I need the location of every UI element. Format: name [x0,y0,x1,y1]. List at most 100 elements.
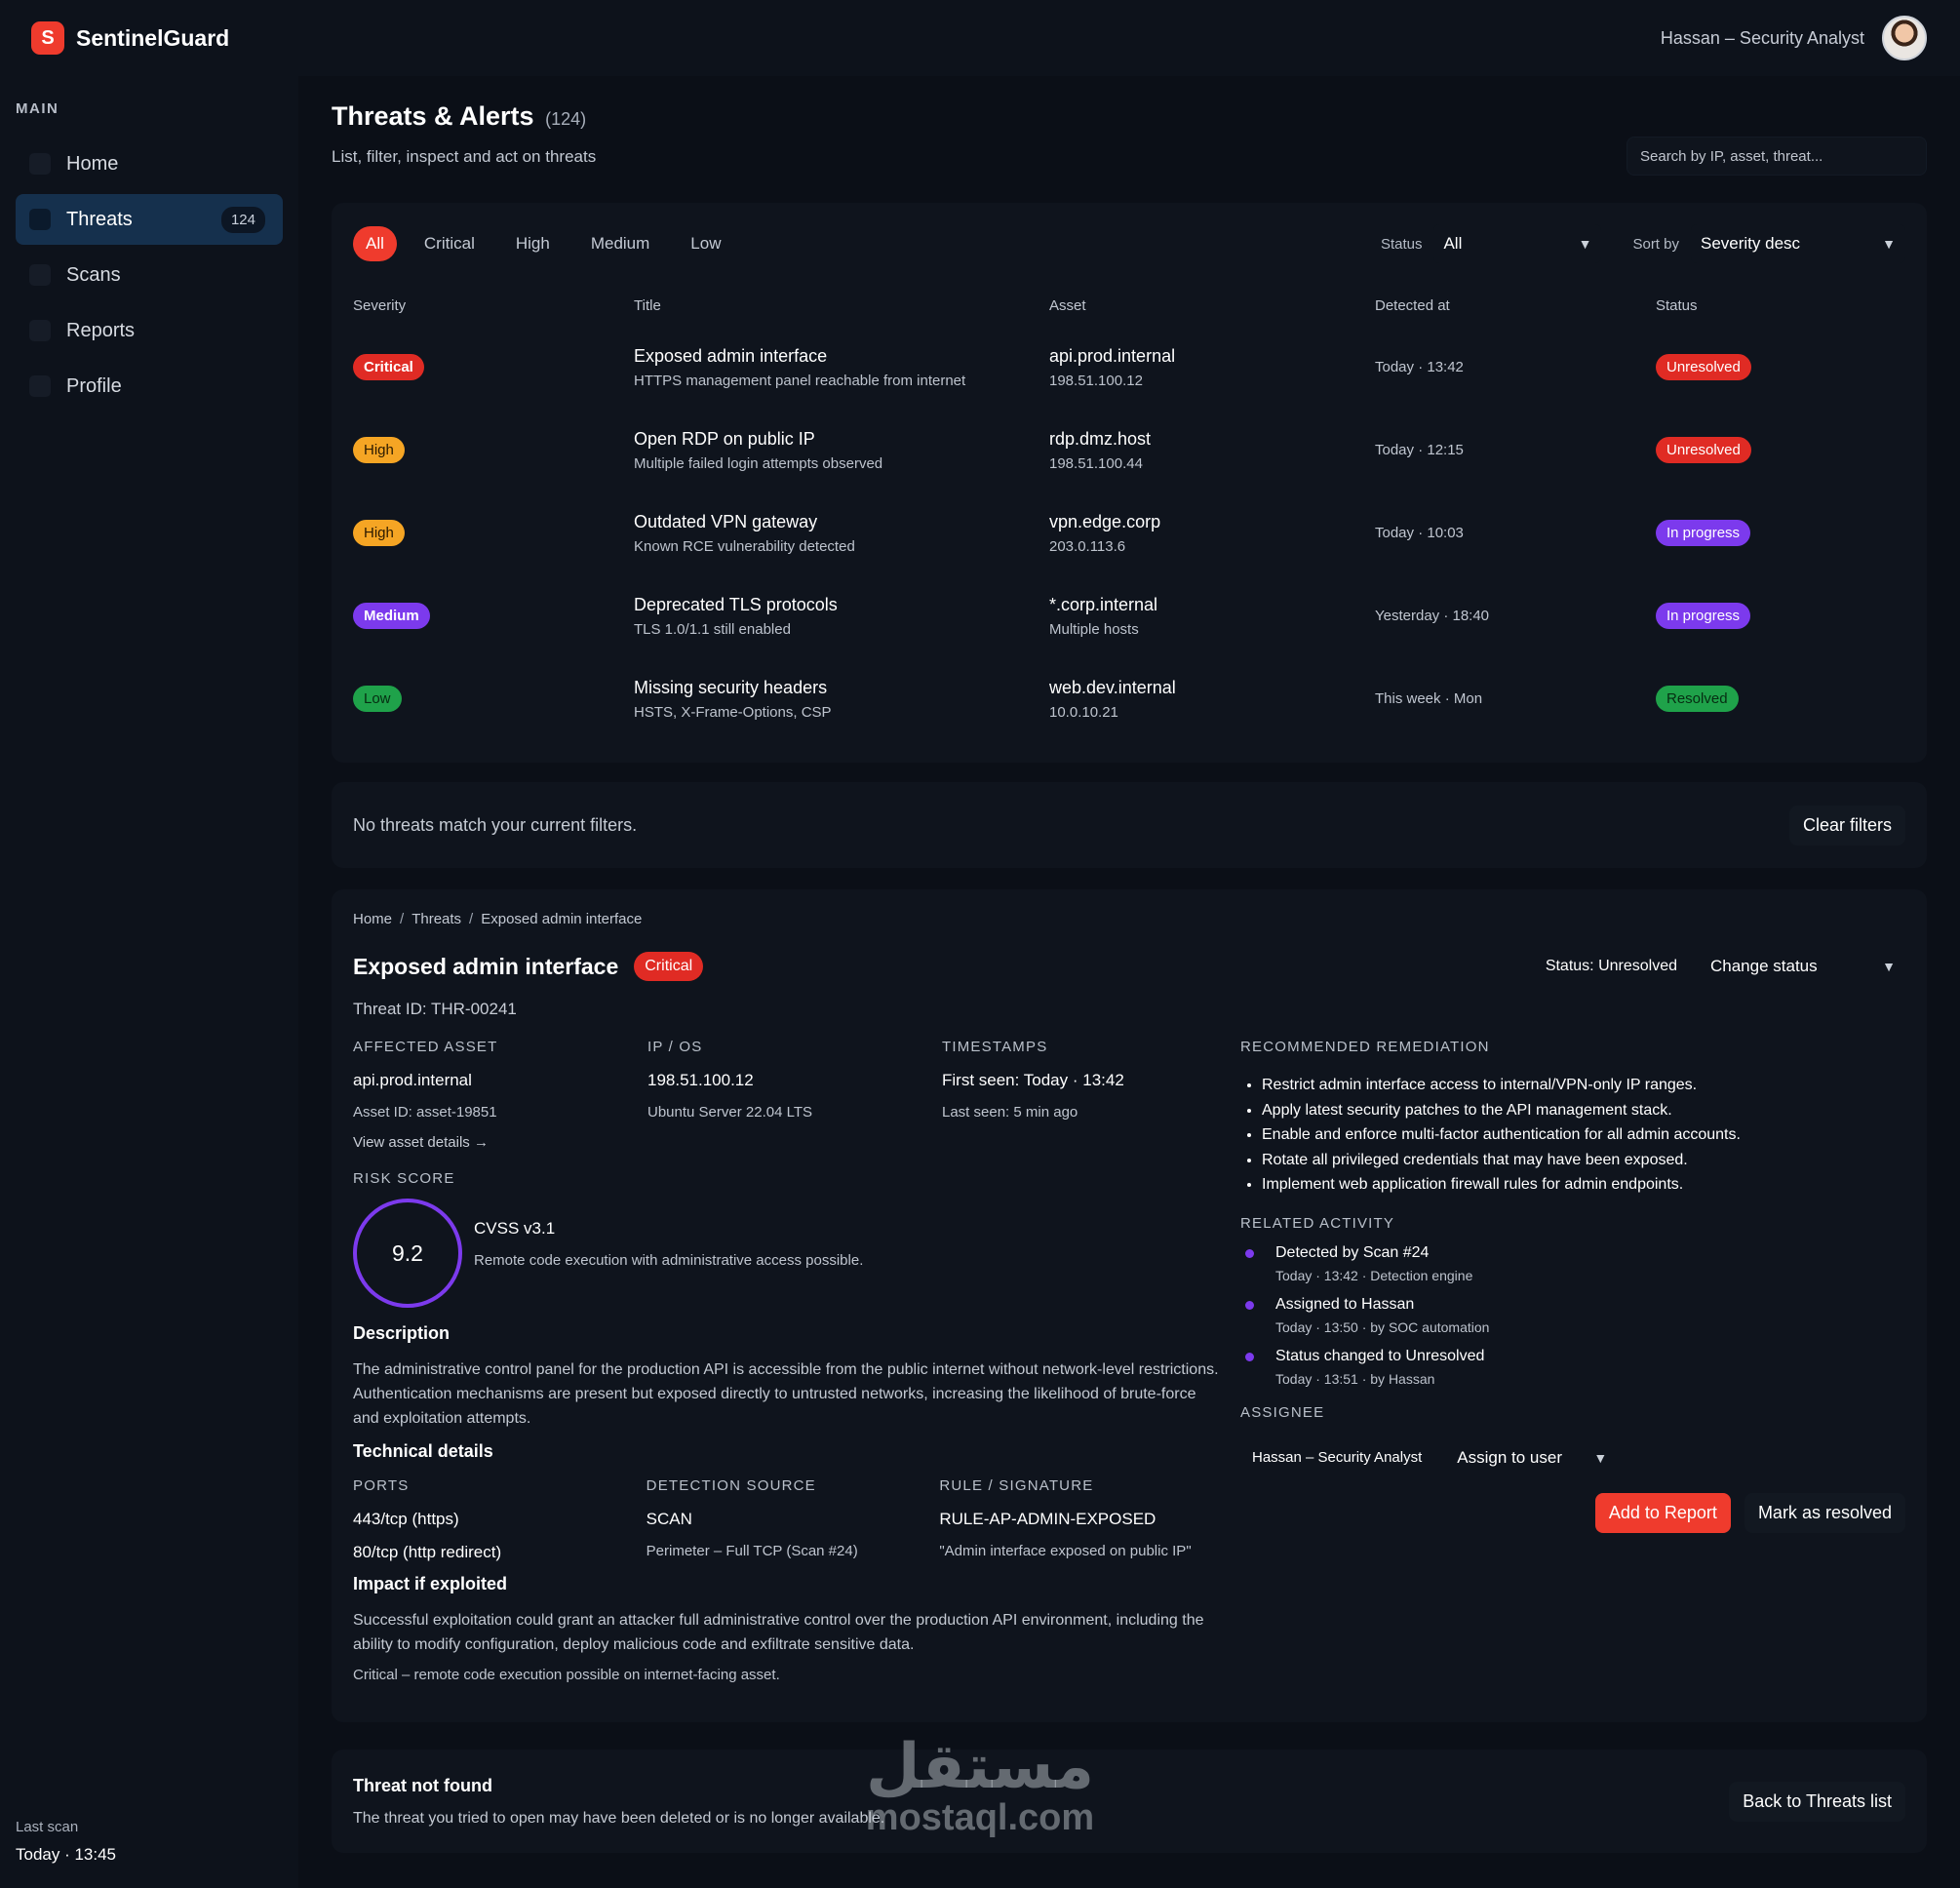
sidebar-item-label: Threats [66,208,133,230]
home-icon [29,153,51,175]
page-header: Threats & Alerts (124) List, filter, ins… [332,76,1927,176]
asset-name: api.prod.internal [1049,345,1176,366]
asset-name: web.dev.internal [1049,677,1176,697]
table-row[interactable]: High Outdated VPN gateway Known RCE vulne… [353,492,1905,574]
not-found-content: Threat not found The threat you tried to… [353,1776,884,1828]
watermark-arabic: مستقل [865,1731,1095,1803]
status-badge: Unresolved [1656,437,1751,463]
detected-at: Today · 13:42 [1375,359,1464,375]
breadcrumb-home[interactable]: Home [353,911,392,927]
sidebar-item-threats[interactable]: Threats 124 [16,194,283,245]
description-heading: Description [353,1323,451,1343]
threat-subtitle: HTTPS management panel reachable from in… [634,372,966,389]
last-scan: Last scan Today · 13:45 [16,1819,116,1865]
threat-title: Missing security headers [634,677,828,697]
breadcrumb-threats[interactable]: Threats [412,911,461,927]
description-text: The administrative control panel for the… [353,1361,1219,1427]
status-filter-label: Status [1380,235,1423,253]
sidebar-item-home[interactable]: Home [16,138,283,189]
severity-cell: Low [353,686,634,712]
title-cell: Exposed admin interface HTTPS management … [634,346,1049,389]
back-to-threats-button[interactable]: Back to Threats list [1729,1781,1905,1822]
status-cell: Resolved [1656,686,1905,712]
detection-source-sub: Perimeter – Full TCP (Scan #24) [646,1543,858,1559]
threat-title: Open RDP on public IP [634,428,815,449]
profile-icon [29,375,51,397]
filter-chip-low[interactable]: Low [677,226,734,261]
breadcrumb: Home / Threats / Exposed admin interface [353,911,1905,927]
clear-filters-button[interactable]: Clear filters [1788,805,1905,846]
sidebar-item-label: Profile [66,374,122,397]
impact-text: Successful exploitation could grant an a… [353,1612,1204,1653]
technical-details-heading: Technical details [353,1441,493,1461]
detection-source-label: DETECTION SOURCE [646,1477,816,1494]
detail-title: Exposed admin interface [353,953,619,979]
threat-subtitle: Known RCE vulnerability detected [634,537,855,555]
port-item: 80/tcp (http redirect) [353,1543,502,1561]
os-value: Ubuntu Server 22.04 LTS [647,1104,812,1121]
rule-value: RULE-AP-ADMIN-EXPOSED [939,1510,1156,1528]
asset-cell: vpn.edge.corp 203.0.113.6 [1049,512,1375,555]
column-header-detected[interactable]: Detected at [1375,297,1656,314]
column-header-title[interactable]: Title [634,297,1049,314]
mark-resolved-button[interactable]: Mark as resolved [1744,1492,1905,1533]
table-row[interactable]: Critical Exposed admin interface HTTPS ma… [353,326,1905,409]
ip-os-label: IP / OS [647,1039,703,1055]
assign-user-label: Assign to user [1457,1447,1562,1467]
sidebar-item-reports[interactable]: Reports [16,305,283,356]
detail-status: Status: Unresolved Change status ▼ [1546,947,1905,986]
avatar[interactable] [1882,16,1927,60]
threat-title: Exposed admin interface [634,345,828,366]
search-input[interactable] [1627,137,1927,176]
column-header-asset[interactable]: Asset [1049,297,1375,314]
table-row[interactable]: Medium Deprecated TLS protocols TLS 1.0/1… [353,574,1905,657]
ip-os: IP / OS 198.51.100.12 Ubuntu Server 22.0… [647,1039,942,1151]
affected-asset-value: api.prod.internal [353,1071,472,1089]
status-filter-value: All [1443,234,1463,253]
filter-chip-critical[interactable]: Critical [411,226,489,261]
page-heading: Threats & Alerts (124) List, filter, ins… [332,101,596,167]
user-menu[interactable]: Hassan – Security Analyst [1661,16,1927,60]
risk-score-label: RISK SCORE [353,1170,455,1187]
timestamps-label: TIMESTAMPS [942,1039,1048,1055]
activity-title: Assigned to Hassan [1275,1295,1415,1313]
top-bar: S SentinelGuard Hassan – Security Analys… [0,0,1960,76]
assign-user-select[interactable]: Assign to user ▼ [1447,1437,1618,1477]
filter-chip-all[interactable]: All [353,226,397,261]
sort-select[interactable]: Severity desc ▼ [1691,224,1905,263]
activity-meta: Today · 13:42 · Detection engine [1275,1267,1473,1283]
sidebar-item-scans[interactable]: Scans [16,250,283,300]
sidebar-nav: Home Threats 124 Scans Reports Profile [16,138,283,412]
add-to-report-button[interactable]: Add to Report [1594,1492,1731,1533]
table-row[interactable]: Low Missing security headers HSTS, X-Fram… [353,657,1905,740]
threat-subtitle: Multiple failed login attempts observed [634,454,883,472]
sidebar-item-profile[interactable]: Profile [16,361,283,412]
change-status-select[interactable]: Change status ▼ [1701,947,1905,986]
column-header-severity[interactable]: Severity [353,297,634,314]
remediation-label: RECOMMENDED REMEDIATION [1240,1039,1490,1055]
filter-chip-medium[interactable]: Medium [577,226,663,261]
ip-value: 198.51.100.12 [647,1071,754,1089]
asset-name: rdp.dmz.host [1049,428,1152,449]
view-asset-details-link[interactable]: View asset details → [353,1134,647,1151]
asset-meta: AFFECTED ASSET api.prod.internal Asset I… [353,1039,1240,1151]
asset-ip: 10.0.10.21 [1049,703,1118,721]
table-row[interactable]: High Open RDP on public IP Multiple faile… [353,409,1905,492]
timeline-dot-icon [1245,1352,1254,1361]
severity-badge: Critical [353,354,424,380]
activity-content: Detected by Scan #24 Today · 13:42 · Dete… [1275,1244,1472,1283]
title-cell: Outdated VPN gateway Known RCE vulnerabil… [634,512,1049,555]
related-activity-label: RELATED ACTIVITY [1240,1214,1395,1232]
brand[interactable]: S SentinelGuard [31,21,229,55]
column-header-status[interactable]: Status [1656,297,1905,314]
detected-at: Today · 10:03 [1375,525,1464,541]
chevron-down-icon: ▼ [1882,959,1896,974]
user-name: Hassan – Security Analyst [1660,27,1864,48]
not-found-card: Threat not found The threat you tried to… [332,1750,1927,1853]
empty-state-card: No threats match your current filters. C… [332,782,1927,868]
risk-score-ring: 9.2 [353,1199,462,1308]
status-filter-select[interactable]: All ▼ [1433,224,1602,263]
status-cell: In progress [1656,603,1905,629]
last-scan-value: Today · 13:45 [16,1845,117,1864]
filter-chip-high[interactable]: High [502,226,564,261]
